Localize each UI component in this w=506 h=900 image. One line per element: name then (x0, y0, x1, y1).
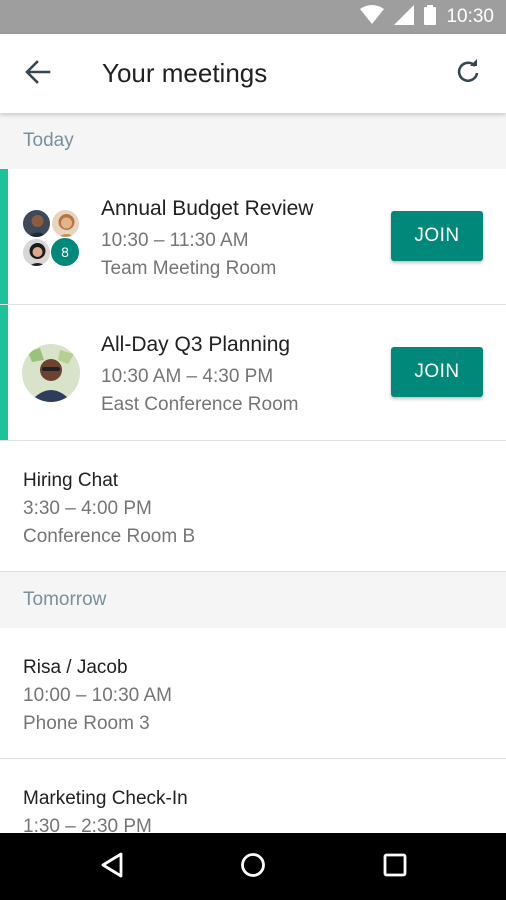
meeting-room: Team Meeting Room (101, 258, 277, 279)
meeting-room: Conference Room B (23, 526, 196, 547)
page-title: Your meetings (102, 58, 268, 88)
signal-icon (394, 4, 415, 30)
active-accent-bar (0, 305, 8, 440)
back-triangle-icon (100, 852, 124, 883)
meeting-title: Annual Budget Review (101, 197, 314, 220)
nav-recents-button[interactable] (375, 847, 415, 887)
back-button[interactable] (18, 56, 58, 92)
battery-icon (424, 4, 437, 30)
recents-square-icon (383, 853, 407, 882)
meeting-time: 3:30 – 4:00 PM (23, 498, 152, 519)
avatar (51, 209, 80, 238)
meeting-row-hiring-chat[interactable]: Hiring Chat 3:30 – 4:00 PM Conference Ro… (0, 441, 506, 572)
avatar (22, 344, 80, 402)
active-accent-bar (0, 169, 8, 304)
meeting-room: Phone Room 3 (23, 713, 150, 734)
meeting-title: Marketing Check-In (23, 788, 188, 809)
meetings-list[interactable]: Today 8 Annual Budget Review 10:30 – 11:… (0, 113, 506, 833)
status-icons: 10:30 (360, 0, 494, 34)
meeting-title: All-Day Q3 Planning (101, 333, 291, 356)
meeting-title: Hiring Chat (23, 470, 119, 491)
attendee-avatars: 8 (22, 209, 80, 267)
meeting-room: East Conference Room (101, 394, 299, 415)
nav-home-button[interactable] (233, 847, 273, 887)
join-button[interactable]: JOIN (391, 211, 483, 261)
wifi-icon (360, 4, 385, 30)
meeting-row-annual-budget-review[interactable]: 8 Annual Budget Review 10:30 – 11:30 AM … (0, 169, 506, 305)
meeting-title: Risa / Jacob (23, 657, 128, 678)
meeting-time: 10:30 AM – 4:30 PM (101, 366, 274, 387)
section-header-tomorrow: Tomorrow (0, 572, 506, 628)
meeting-row-risa-jacob[interactable]: Risa / Jacob 10:00 – 10:30 AM Phone Room… (0, 628, 506, 759)
status-time: 10:30 (446, 6, 494, 27)
section-header-today: Today (0, 113, 506, 169)
meeting-row-marketing-check-in[interactable]: Marketing Check-In 1:30 – 2:30 PM (0, 759, 506, 833)
arrow-back-icon (25, 59, 51, 89)
system-nav-bar (0, 833, 506, 900)
meeting-time: 10:00 – 10:30 AM (23, 685, 172, 706)
refresh-button[interactable] (450, 56, 486, 92)
avatar (22, 209, 51, 238)
status-bar: 10:30 (0, 0, 506, 34)
meeting-time: 1:30 – 2:30 PM (23, 816, 152, 833)
meeting-time: 10:30 – 11:30 AM (101, 230, 249, 251)
home-circle-icon (240, 852, 266, 883)
app-bar: Your meetings (0, 34, 506, 113)
join-button[interactable]: JOIN (391, 347, 483, 397)
refresh-icon (455, 58, 481, 90)
meeting-row-all-day-q3-planning[interactable]: All-Day Q3 Planning 10:30 AM – 4:30 PM E… (0, 305, 506, 441)
avatar (22, 238, 51, 267)
nav-back-button[interactable] (92, 847, 132, 887)
attendee-count-badge: 8 (50, 237, 80, 267)
